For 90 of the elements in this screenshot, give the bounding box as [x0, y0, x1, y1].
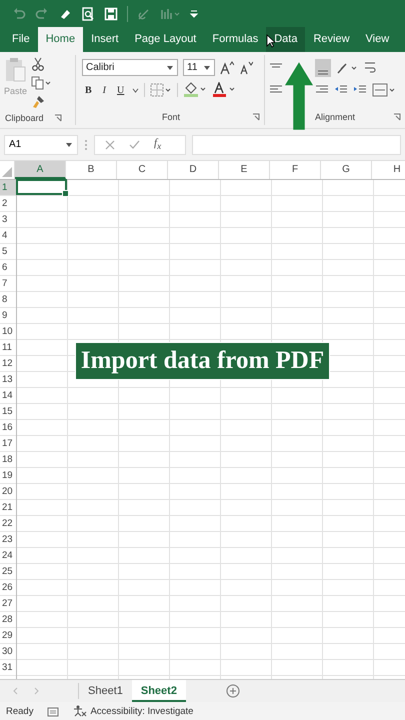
clipboard-icon[interactable]: [4, 57, 26, 83]
row-header[interactable]: 25: [0, 564, 16, 580]
row-header[interactable]: 17: [0, 436, 16, 452]
row-header[interactable]: 24: [0, 548, 16, 564]
row-header[interactable]: 9: [0, 308, 16, 324]
group-label: Clipboard: [5, 113, 44, 123]
row-header[interactable]: 11: [0, 340, 16, 356]
bold-button[interactable]: B: [82, 84, 95, 96]
row-header[interactable]: 2: [0, 196, 16, 212]
column-header[interactable]: C: [117, 161, 168, 179]
column-header[interactable]: D: [168, 161, 219, 179]
bottom-align-icon[interactable]: [315, 59, 331, 77]
column-header[interactable]: F: [270, 161, 321, 179]
cursor-icon: [266, 34, 275, 48]
column-header[interactable]: H: [372, 161, 405, 179]
row-header[interactable]: 31: [0, 660, 16, 676]
font-color-icon[interactable]: [212, 82, 236, 98]
dialog-launcher-icon[interactable]: [54, 114, 62, 122]
ribbon-tab[interactable]: Home: [38, 27, 84, 52]
row-header[interactable]: 10: [0, 324, 16, 340]
print-preview-icon[interactable]: [81, 6, 95, 20]
column-header[interactable]: B: [66, 161, 117, 179]
underline-button[interactable]: U: [114, 84, 128, 96]
font-name-dropdown[interactable]: Calibri: [82, 59, 178, 76]
row-header[interactable]: 26: [0, 580, 16, 596]
dropdown-caret-icon[interactable]: [132, 88, 140, 92]
ribbon-tab[interactable]: Review: [305, 27, 358, 52]
ribbon-tab[interactable]: Insert: [83, 27, 127, 52]
dialog-launcher-icon[interactable]: [252, 113, 260, 121]
caption-banner: Import data from PDF: [74, 342, 330, 380]
column-header[interactable]: G: [321, 161, 372, 179]
macro-icon[interactable]: [47, 705, 60, 717]
accessibility-icon[interactable]: [73, 705, 88, 717]
grow-font-icon[interactable]: [220, 60, 234, 74]
dialog-launcher-icon[interactable]: [393, 113, 401, 121]
cell-grid[interactable]: [17, 180, 405, 679]
row-header[interactable]: 27: [0, 596, 16, 612]
active-cell[interactable]: [16, 179, 67, 195]
ribbon-tab[interactable]: File: [4, 27, 38, 52]
row-header[interactable]: 15: [0, 404, 16, 420]
sheet-tab[interactable]: Sheet1: [79, 680, 132, 702]
check-icon[interactable]: [129, 140, 140, 150]
row-header[interactable]: 29: [0, 628, 16, 644]
add-sheet-icon[interactable]: [226, 684, 240, 698]
sheet-tab[interactable]: Sheet2: [132, 680, 186, 702]
column-header[interactable]: E: [219, 161, 270, 179]
row-header[interactable]: 14: [0, 388, 16, 404]
row-header[interactable]: 5: [0, 244, 16, 260]
row-header[interactable]: 7: [0, 276, 16, 292]
accessibility-button[interactable]: Accessibility: Investigate: [90, 706, 194, 716]
row-header[interactable]: 1: [0, 180, 16, 196]
formula-input[interactable]: [192, 134, 401, 154]
shrink-font-icon[interactable]: [239, 60, 253, 74]
row-header[interactable]: 28: [0, 612, 16, 628]
insert-function-button[interactable]: f$_{x}$: [154, 137, 162, 152]
row-header[interactable]: 12: [0, 356, 16, 372]
row-header[interactable]: 19: [0, 468, 16, 484]
row-header[interactable]: 23: [0, 532, 16, 548]
ribbon-tab[interactable]: View: [358, 27, 398, 52]
group-label: Alignment: [314, 112, 356, 122]
status-text: Ready: [6, 706, 34, 716]
row-header[interactable]: 3: [0, 212, 16, 228]
font-size-dropdown[interactable]: 11: [183, 59, 215, 76]
row-header[interactable]: 4: [0, 228, 16, 244]
name-box[interactable]: A1: [4, 134, 78, 154]
row-header[interactable]: 21: [0, 500, 16, 516]
scissors-icon[interactable]: [31, 57, 46, 71]
paintbrush-icon[interactable]: [31, 95, 46, 109]
row-header[interactable]: 8: [0, 292, 16, 308]
orientation-icon[interactable]: [336, 61, 358, 75]
row-header[interactable]: 18: [0, 452, 16, 468]
caret-icon[interactable]: [203, 64, 211, 70]
borders-icon[interactable]: [150, 83, 172, 97]
row-header[interactable]: 20: [0, 484, 16, 500]
row-header[interactable]: 6: [0, 260, 16, 276]
column-header[interactable]: A: [15, 161, 66, 179]
row-header[interactable]: 13: [0, 372, 16, 388]
italic-button[interactable]: I: [100, 84, 110, 96]
row-header[interactable]: 22: [0, 516, 16, 532]
save-icon[interactable]: [104, 6, 118, 20]
ribbon-tab[interactable]: Formulas: [204, 27, 266, 52]
row-header[interactable]: 16: [0, 420, 16, 436]
group-label: Font: [162, 112, 180, 122]
more-icon: [84, 138, 88, 150]
row-header[interactable]: 30: [0, 644, 16, 660]
copy-icon[interactable]: [31, 76, 52, 90]
fill-color-icon[interactable]: [183, 82, 208, 98]
caret-icon[interactable]: [166, 64, 174, 70]
merge-cells-icon[interactable]: [372, 83, 396, 97]
ribbon-tab[interactable]: Page Layout: [126, 27, 204, 52]
